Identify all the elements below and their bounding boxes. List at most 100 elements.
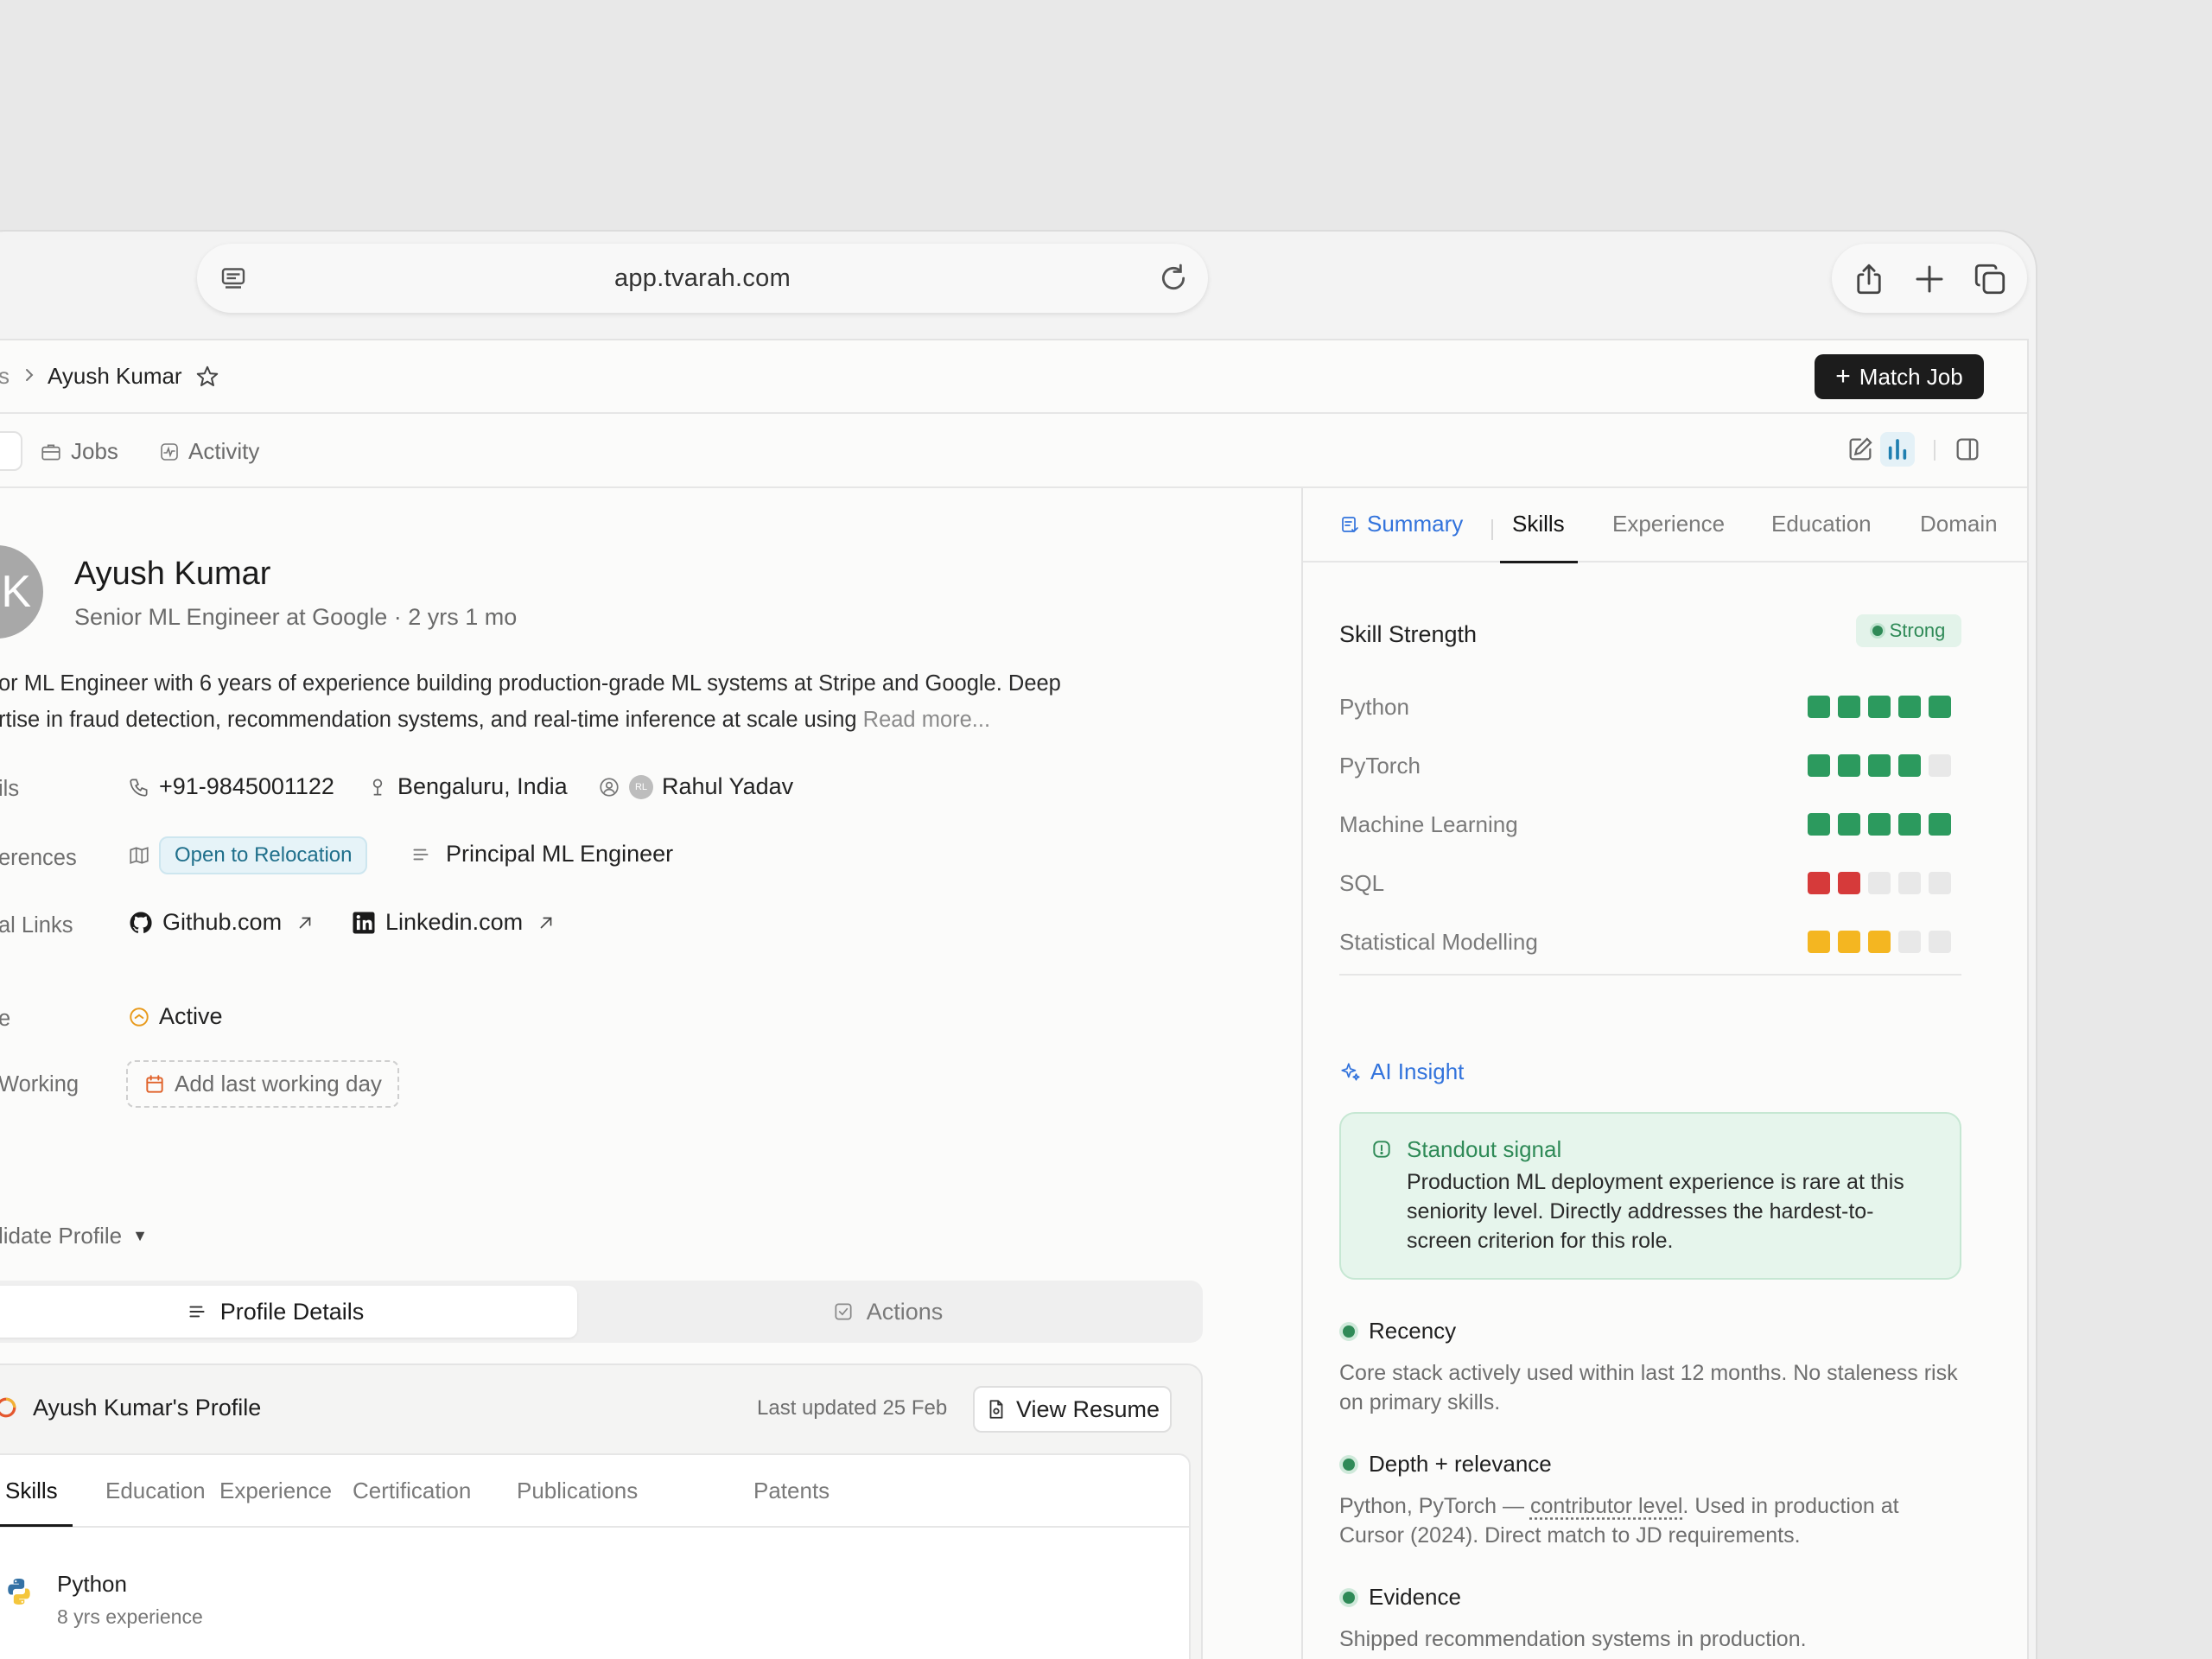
address-bar[interactable]: app.tvarah.com bbox=[197, 244, 1208, 313]
skill-level-block bbox=[1898, 754, 1921, 777]
tabs-overview-icon[interactable] bbox=[1972, 261, 2008, 297]
skill-level-block bbox=[1838, 754, 1860, 777]
last-working-day-field[interactable]: Add last working day bbox=[126, 1060, 399, 1108]
recruiter-field[interactable]: RL Rahul Yadav bbox=[598, 773, 793, 800]
skill-strength-name: PyTorch bbox=[1339, 753, 1421, 779]
location-field: Bengaluru, India bbox=[366, 773, 568, 800]
view-resume-label: View Resume bbox=[1015, 1395, 1160, 1422]
profile-ring-icon bbox=[0, 1397, 16, 1418]
tab-jobs[interactable]: Jobs bbox=[40, 438, 118, 465]
skill-level-block bbox=[1929, 813, 1951, 836]
status-value: Active bbox=[159, 1003, 223, 1029]
analytics-icon[interactable] bbox=[1880, 432, 1915, 467]
tab-education[interactable]: Education bbox=[1771, 511, 1872, 537]
profile-tab-patents[interactable]: Patents bbox=[753, 1478, 830, 1504]
url-text[interactable]: app.tvarah.com bbox=[614, 264, 791, 293]
chevron-right-icon bbox=[26, 369, 34, 381]
skill-strength-name: Statistical Modelling bbox=[1339, 929, 1538, 955]
python-logo-icon bbox=[8, 1579, 30, 1605]
last-updated: Last updated 25 Feb bbox=[757, 1396, 948, 1420]
phone-field[interactable]: +91-9845001122 bbox=[128, 773, 334, 800]
profile-tab-publications[interactable]: Publications bbox=[517, 1478, 638, 1504]
linkedin-link[interactable]: Linkedin.com bbox=[351, 909, 556, 936]
candidate-bio: or ML Engineer with 6 years of experienc… bbox=[0, 665, 1087, 738]
signal-depth-relevance: Depth + relevance Python, PyTorch — cont… bbox=[1339, 1451, 1961, 1550]
segment-profile-details[interactable]: Profile Details bbox=[0, 1286, 577, 1338]
linkedin-label: Linkedin.com bbox=[385, 909, 524, 935]
profile-detail-panel: Skills Education Experience Certificatio… bbox=[0, 1453, 1191, 1659]
match-job-label: Match Job bbox=[1859, 363, 1963, 390]
standout-signal-card: Standout signal Production ML deployment… bbox=[1339, 1112, 1961, 1280]
signal-text: Python, PyTorch — contributor level. Use… bbox=[1339, 1491, 1961, 1550]
recruiter-icon bbox=[600, 777, 619, 797]
skill-strength-row: SQL bbox=[1339, 867, 1961, 901]
tab-overview[interactable] bbox=[0, 431, 22, 471]
contact-details-label: ils bbox=[0, 777, 20, 801]
skill-level-block bbox=[1898, 931, 1921, 953]
toolbar-divider bbox=[1934, 440, 1936, 461]
skill-level-block bbox=[1929, 872, 1951, 894]
skill-strength-row: Python bbox=[1339, 690, 1961, 725]
tab-experience[interactable]: Experience bbox=[1612, 511, 1725, 537]
tab-activity[interactable]: Activity bbox=[159, 438, 259, 465]
contributor-level-link[interactable]: contributor level bbox=[1530, 1494, 1682, 1518]
read-more-link[interactable]: Read more... bbox=[863, 708, 990, 732]
status-label: e bbox=[0, 1007, 11, 1031]
skill-level-block bbox=[1808, 931, 1830, 953]
profile-tabs: Skills Education Experience Certificatio… bbox=[0, 1455, 1189, 1528]
bio-line-2: rtise in fraud detection, recommendation… bbox=[0, 708, 863, 732]
ai-insight-heading: AI Insight bbox=[1339, 1058, 1464, 1085]
relocation-field: Open to Relocation bbox=[128, 836, 368, 874]
profile-tab-education[interactable]: Education bbox=[105, 1478, 206, 1504]
sparkle-icon bbox=[1341, 1062, 1360, 1081]
skill-level-meter bbox=[1808, 754, 1951, 777]
skill-level-block bbox=[1808, 813, 1830, 836]
briefcase-icon bbox=[41, 444, 60, 461]
candidate-profile-toggle[interactable]: lidate Profile ▼ bbox=[0, 1223, 148, 1249]
profile-card: Ayush Kumar's Profile Last updated 25 Fe… bbox=[0, 1363, 1203, 1659]
profile-tab-skills[interactable]: Skills bbox=[5, 1478, 58, 1504]
skill-strength-row: Machine Learning bbox=[1339, 808, 1961, 842]
edit-icon[interactable] bbox=[1846, 435, 1875, 464]
segment-actions[interactable]: Actions bbox=[577, 1286, 1198, 1338]
github-link[interactable]: Github.com bbox=[128, 909, 315, 936]
summary-tabs: Summary Skills Experience Education Doma… bbox=[1303, 488, 2029, 563]
skill-level-block bbox=[1868, 754, 1891, 777]
skill-strength-title: Skill Strength bbox=[1339, 621, 1478, 647]
panel-toggle-icon[interactable] bbox=[1953, 435, 1982, 464]
add-last-working-day-button[interactable]: Add last working day bbox=[126, 1060, 399, 1108]
share-icon[interactable] bbox=[1851, 261, 1887, 297]
skill-level-meter bbox=[1808, 696, 1951, 718]
status-badge-label: Strong bbox=[1889, 620, 1946, 641]
tab-overview-icon[interactable] bbox=[218, 263, 249, 294]
github-icon bbox=[130, 911, 152, 933]
document-icon bbox=[989, 1400, 1003, 1419]
tab-domain[interactable]: Domain bbox=[1920, 511, 1998, 537]
signal-title: Evidence bbox=[1369, 1584, 1461, 1610]
new-tab-icon[interactable] bbox=[1911, 261, 1948, 297]
profile-tab-experience[interactable]: Experience bbox=[219, 1478, 332, 1504]
active-status-icon bbox=[130, 1007, 149, 1027]
plus-icon: + bbox=[1835, 362, 1851, 391]
star-icon[interactable] bbox=[194, 364, 220, 390]
tab-summary-label: Summary bbox=[1367, 511, 1464, 537]
skill-strength-name: Machine Learning bbox=[1339, 811, 1518, 837]
signal-dot-icon bbox=[1343, 1325, 1355, 1338]
standout-signal-text: Production ML deployment experience is r… bbox=[1407, 1170, 1904, 1253]
skill-level-block bbox=[1898, 872, 1921, 894]
reload-icon[interactable] bbox=[1156, 261, 1191, 296]
match-job-button[interactable]: + Match Job bbox=[1815, 354, 1984, 399]
skill-level-meter bbox=[1808, 872, 1951, 894]
signal-dot-icon bbox=[1343, 1458, 1355, 1471]
candidate-role: Senior ML Engineer at Google · 2 yrs 1 m… bbox=[74, 604, 518, 630]
signal-title: Recency bbox=[1369, 1318, 1457, 1344]
signal-title: Depth + relevance bbox=[1369, 1451, 1552, 1477]
tab-skills[interactable]: Skills bbox=[1512, 511, 1565, 537]
tab-summary[interactable]: Summary bbox=[1339, 511, 1463, 537]
signal-text: Shipped recommendation systems in produc… bbox=[1339, 1627, 1807, 1651]
profile-tab-certification[interactable]: Certification bbox=[353, 1478, 471, 1504]
breadcrumb-parent[interactable]: s bbox=[0, 363, 10, 390]
status-field[interactable]: Active bbox=[128, 1003, 223, 1030]
signal-text-pre: Python, PyTorch — bbox=[1339, 1494, 1530, 1518]
view-resume-button[interactable]: View Resume bbox=[973, 1386, 1172, 1433]
